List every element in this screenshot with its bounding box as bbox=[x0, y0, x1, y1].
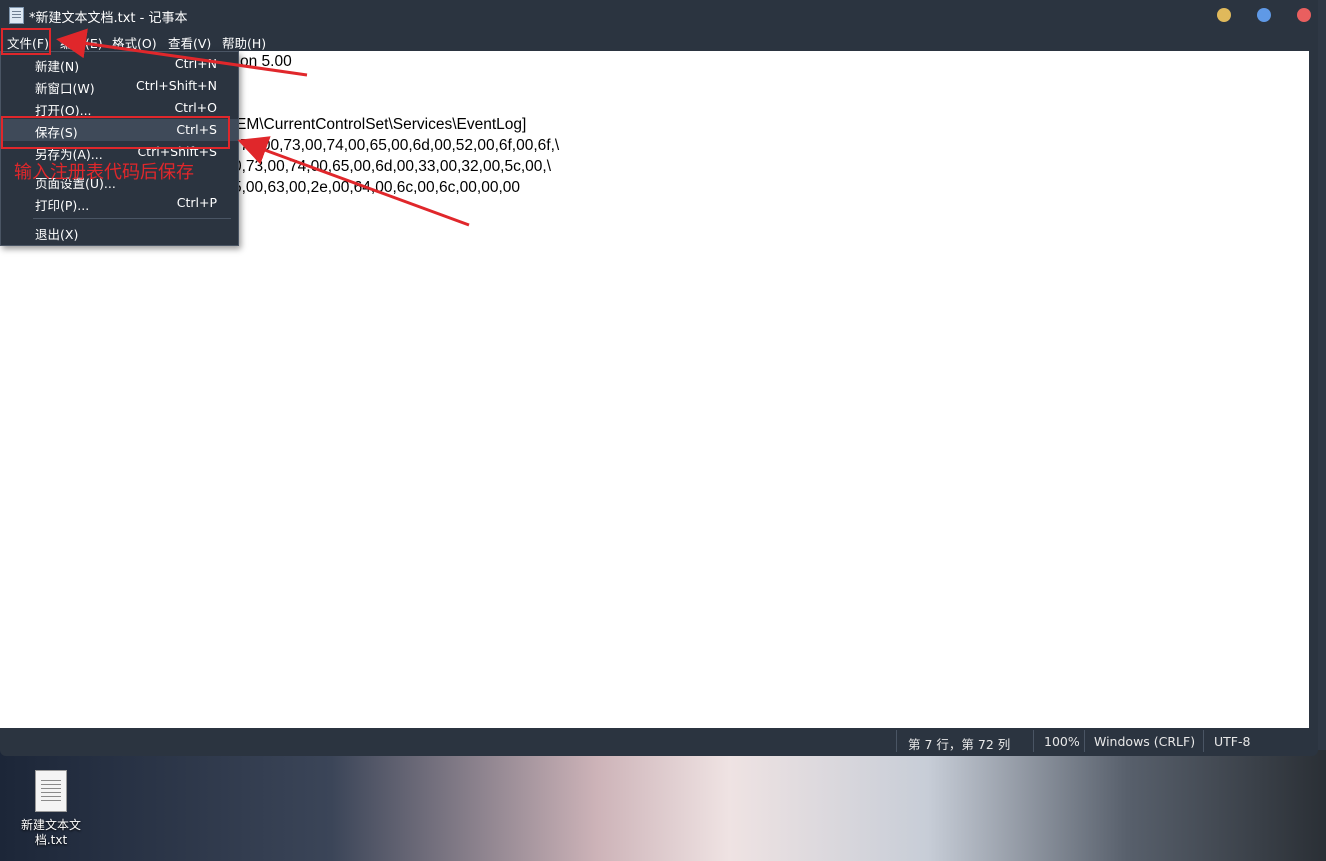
menu-help[interactable]: 帮助(H) bbox=[222, 33, 266, 52]
window-title: *新建文本文档.txt - 记事本 bbox=[29, 11, 188, 26]
status-divider bbox=[896, 730, 897, 752]
menu-item-shortcut: Ctrl+O bbox=[174, 100, 217, 115]
status-zoom: 100% bbox=[1044, 734, 1080, 749]
editor-line: ,73,00,73,00,74,00,65,00,6d,00,52,00,6f,… bbox=[236, 137, 560, 154]
menu-view[interactable]: 查看(V) bbox=[168, 33, 211, 52]
menu-format[interactable]: 格式(O) bbox=[112, 33, 157, 52]
menu-item-print[interactable]: 打印(P)... Ctrl+P bbox=[1, 192, 238, 214]
menu-item-label: 新窗口(W) bbox=[35, 81, 95, 96]
editor-line: EM\CurrentControlSet\Services\EventLog] bbox=[236, 116, 527, 133]
menu-item-label: 退出(X) bbox=[35, 227, 79, 242]
text-document-icon bbox=[35, 770, 67, 812]
desktop-file-icon[interactable]: 新建文本文 档.txt bbox=[16, 770, 86, 848]
editor-line: on 5.00 bbox=[240, 53, 292, 70]
desktop-icon-label-2: 档.txt bbox=[34, 833, 68, 847]
menu-item-new[interactable]: 新建(N) Ctrl+N bbox=[1, 53, 238, 75]
status-line-ending: Windows (CRLF) bbox=[1094, 734, 1196, 749]
menu-item-shortcut: Ctrl+P bbox=[176, 195, 217, 210]
status-bar: 第 7 行，第 72 列 100% Windows (CRLF) UTF-8 bbox=[0, 728, 1318, 756]
desktop-wallpaper bbox=[0, 750, 1326, 861]
title-bar[interactable]: *新建文本文档.txt - 记事本 bbox=[0, 0, 1318, 30]
menu-item-shortcut: Ctrl+Shift+N bbox=[136, 78, 217, 93]
menu-edit[interactable]: 编辑(E) bbox=[60, 33, 103, 52]
menu-bar: 文件(F) 编辑(E) 格式(O) 查看(V) 帮助(H) bbox=[0, 30, 1318, 51]
desktop-icon-label-1: 新建文本文 bbox=[20, 818, 81, 832]
status-divider bbox=[1033, 730, 1034, 752]
menu-item-shortcut: Ctrl+N bbox=[174, 56, 217, 71]
editor-line: 5,00,63,00,2e,00,64,00,6c,00,6c,00,00,00 bbox=[233, 179, 520, 196]
status-encoding: UTF-8 bbox=[1214, 734, 1251, 749]
close-button[interactable] bbox=[1297, 8, 1311, 22]
status-position: 第 7 行，第 72 列 bbox=[908, 737, 1011, 752]
menu-separator bbox=[33, 218, 231, 219]
status-divider bbox=[1203, 730, 1204, 752]
notepad-app-icon bbox=[9, 7, 24, 24]
annotation-label: 输入注册表代码后保存 bbox=[14, 162, 194, 183]
menu-item-new-window[interactable]: 新窗口(W) Ctrl+Shift+N bbox=[1, 75, 238, 97]
status-divider bbox=[1084, 730, 1085, 752]
minimize-button[interactable] bbox=[1217, 8, 1231, 22]
maximize-button[interactable] bbox=[1257, 8, 1271, 22]
menu-item-exit[interactable]: 退出(X) bbox=[1, 221, 238, 243]
highlight-box-file-menu bbox=[1, 28, 51, 55]
highlight-box-save bbox=[1, 116, 230, 149]
menu-item-label: 新建(N) bbox=[35, 59, 80, 74]
menu-item-label: 打印(P)... bbox=[35, 198, 90, 213]
vertical-scrollbar[interactable] bbox=[1309, 51, 1318, 728]
editor-line: 0,73,00,74,00,65,00,6d,00,33,00,32,00,5c… bbox=[233, 158, 552, 175]
